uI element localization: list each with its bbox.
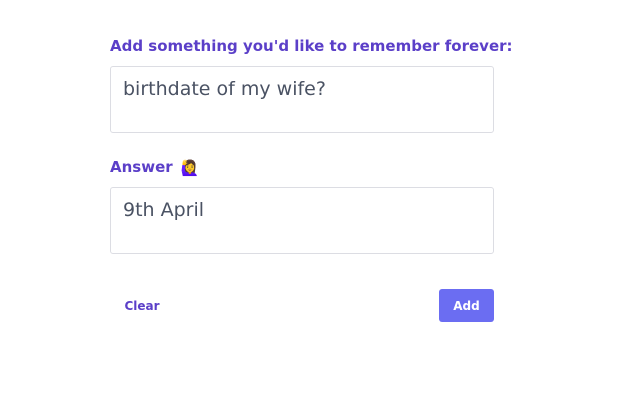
answer-input[interactable]: 9th April	[110, 187, 494, 254]
question-input[interactable]: birthdate of my wife?	[110, 66, 494, 133]
add-button[interactable]: Add	[439, 289, 494, 322]
remember-form: Add something you'd like to remember for…	[0, 0, 640, 400]
clear-button[interactable]: Clear	[110, 289, 174, 322]
answer-label-text: Answer	[110, 158, 173, 176]
question-label-text: Add something you'd like to remember for…	[110, 37, 513, 55]
answer-label: Answer 🙋‍♀️	[110, 158, 200, 177]
raising-hand-icon: 🙋‍♀️	[180, 158, 200, 177]
question-label: Add something you'd like to remember for…	[110, 37, 513, 55]
